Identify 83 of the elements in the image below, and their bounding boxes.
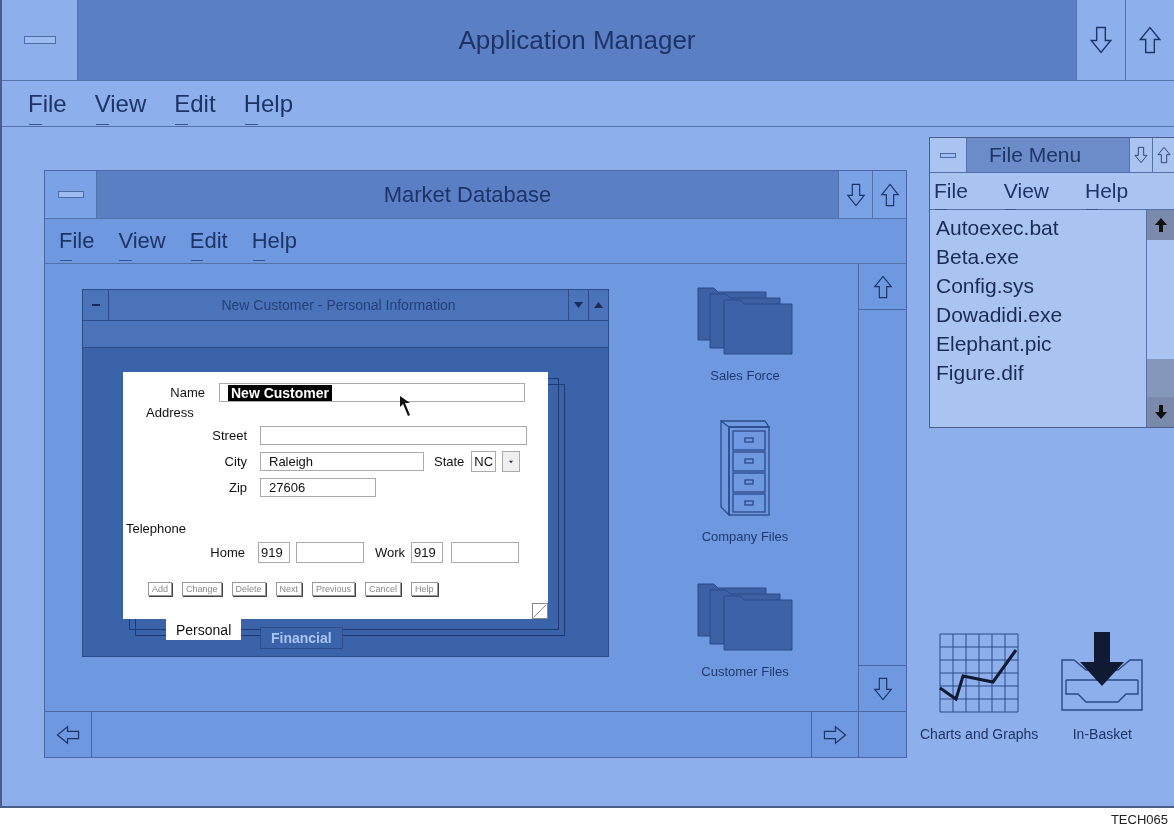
- triangle-up-icon: [594, 302, 603, 308]
- menu-item[interactable]: Edit: [189, 228, 228, 262]
- window-title: File Menu: [989, 143, 1082, 167]
- triangle-down-icon: [574, 302, 583, 308]
- scroll-up-button[interactable]: [588, 290, 608, 320]
- input-field[interactable]: 27606: [260, 478, 376, 497]
- up-arrow-icon: [1156, 144, 1172, 166]
- scroll-up-button[interactable]: [1152, 138, 1174, 172]
- scroll-down-button[interactable]: [568, 290, 588, 320]
- menu-item[interactable]: Edit: [174, 89, 216, 126]
- field-label: Zip: [227, 480, 247, 495]
- icon-label[interactable]: Charts and Graphs: [920, 726, 1039, 742]
- tab[interactable]: Personal: [166, 619, 242, 640]
- field-label: City: [223, 454, 247, 469]
- form-button[interactable]: Previous: [312, 582, 356, 596]
- field-label: Work: [375, 545, 406, 560]
- scroll-up-button[interactable]: [1147, 210, 1174, 240]
- tab[interactable]: Financial: [260, 627, 343, 649]
- field-label: Street: [211, 428, 247, 443]
- list-entry[interactable]: Beta.exe: [936, 245, 1146, 269]
- form-button[interactable]: Help: [411, 582, 438, 596]
- section-heading: Address: [146, 405, 194, 420]
- folders-icon: [696, 284, 794, 356]
- window-title: New Customer - Personal Information: [221, 297, 456, 313]
- arrow-down-icon: [1155, 405, 1167, 419]
- input-field[interactable]: New Customer: [219, 383, 525, 402]
- menu-item[interactable]: File: [934, 179, 968, 211]
- list-entry[interactable]: Dowadidi.exe: [936, 303, 1146, 327]
- list-entry[interactable]: Autoexec.bat: [936, 216, 1146, 240]
- file-cabinet-icon: [719, 419, 771, 517]
- menu-item[interactable]: View: [94, 89, 147, 126]
- figure-id: TECH065: [1110, 812, 1168, 827]
- scroll-up-button[interactable]: [872, 171, 906, 218]
- arrow-up-icon: [1155, 218, 1167, 232]
- down-arrow-icon: [1088, 24, 1114, 56]
- field-label: Name: [169, 385, 205, 400]
- window-title: Application Manager: [458, 24, 696, 56]
- input-field[interactable]: 919: [258, 542, 290, 563]
- field-label: Home: [209, 545, 245, 560]
- resize-handle-icon[interactable]: [532, 603, 548, 619]
- line-chart-icon: [938, 632, 1021, 714]
- input-field[interactable]: [451, 542, 520, 563]
- menu-item[interactable]: Help: [1085, 179, 1129, 211]
- menu-item[interactable]: File: [59, 228, 95, 262]
- triangle-down-icon: [509, 458, 514, 465]
- field-value: New Customer: [228, 384, 333, 401]
- input-field[interactable]: NC: [471, 451, 497, 472]
- menu-item[interactable]: Help: [251, 228, 297, 262]
- menu-item[interactable]: View: [118, 228, 166, 262]
- form-button[interactable]: Cancel: [365, 582, 402, 596]
- input-field[interactable]: Raleigh: [260, 452, 424, 471]
- scroll-down-button[interactable]: [838, 171, 872, 218]
- form-button[interactable]: Change: [182, 582, 222, 596]
- section-heading: Telephone: [126, 521, 186, 536]
- scroll-thumb[interactable]: [1147, 359, 1174, 397]
- list-entry[interactable]: Figure.dif: [936, 361, 1146, 385]
- icon-label[interactable]: Customer Files: [701, 664, 789, 679]
- field-label: State: [434, 454, 465, 469]
- in-basket-icon: [1060, 632, 1145, 714]
- icon-label[interactable]: In-Basket: [1072, 726, 1132, 742]
- minimize-button[interactable]: [83, 290, 109, 320]
- up-arrow-icon: [878, 181, 901, 208]
- input-field[interactable]: 919: [411, 542, 444, 563]
- window-title: Market Database: [383, 181, 552, 208]
- scroll-down-button[interactable]: [1147, 397, 1174, 427]
- form-button[interactable]: Add: [148, 582, 172, 596]
- input-field[interactable]: [260, 426, 527, 445]
- list-entry[interactable]: Config.sys: [936, 274, 1146, 298]
- list-entry[interactable]: Elephant.pic: [936, 332, 1146, 356]
- icon-label[interactable]: Company Files: [701, 529, 789, 544]
- menu-item[interactable]: File: [28, 89, 67, 126]
- down-arrow-icon: [1133, 144, 1149, 166]
- folders-icon: [696, 580, 794, 652]
- menu-item[interactable]: Help: [243, 89, 293, 126]
- form-button[interactable]: Delete: [231, 582, 266, 596]
- dropdown-button[interactable]: [502, 451, 521, 472]
- form-button[interactable]: Next: [275, 582, 303, 596]
- down-arrow-icon: [844, 181, 867, 208]
- minimize-button[interactable]: [45, 171, 97, 218]
- up-arrow-icon: [1137, 24, 1163, 56]
- menu-item[interactable]: View: [1003, 179, 1049, 211]
- icon-label[interactable]: Sales Force: [710, 368, 780, 383]
- input-field[interactable]: [296, 542, 364, 563]
